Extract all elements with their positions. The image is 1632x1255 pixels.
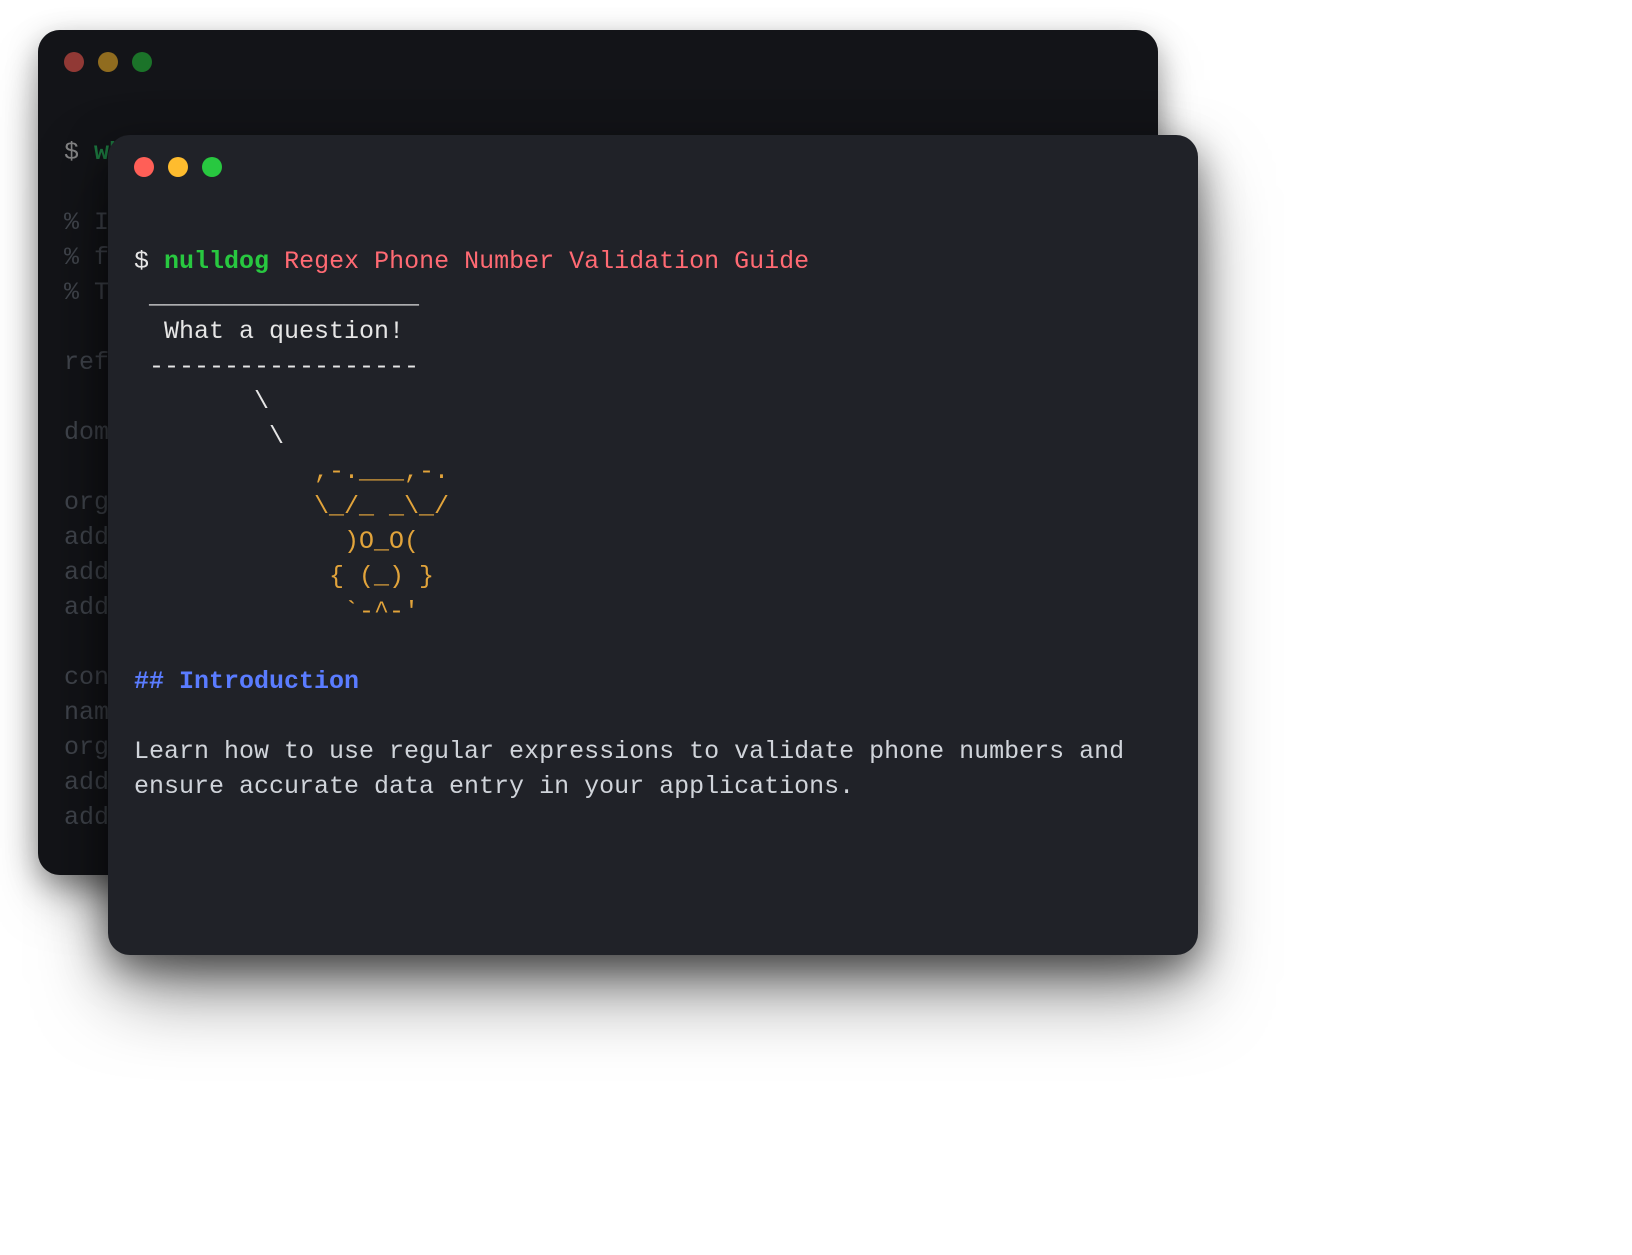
dog-icon: { (_) } bbox=[134, 562, 434, 591]
zoom-icon[interactable] bbox=[202, 157, 222, 177]
speech-tail: \ bbox=[134, 387, 269, 416]
prompt-symbol: $ bbox=[134, 247, 149, 276]
minimize-icon[interactable] bbox=[98, 52, 118, 72]
dog-icon: )O_O( bbox=[134, 527, 419, 556]
command-name: nulldog bbox=[164, 247, 269, 276]
dog-icon: \_/_ _\_/ bbox=[134, 492, 449, 521]
zoom-icon[interactable] bbox=[132, 52, 152, 72]
terminal-front-content: $ nulldog Regex Phone Number Validation … bbox=[134, 209, 1172, 839]
speech-tail: \ bbox=[134, 422, 284, 451]
page-title: Regex Phone Number Validation Guide bbox=[284, 247, 809, 276]
terminal-window-front: $ nulldog Regex Phone Number Validation … bbox=[108, 135, 1198, 955]
close-icon[interactable] bbox=[64, 52, 84, 72]
dog-icon: ,-.___,-. bbox=[134, 457, 449, 486]
dog-icon: `-^-' bbox=[134, 597, 419, 626]
minimize-icon[interactable] bbox=[168, 157, 188, 177]
close-icon[interactable] bbox=[134, 157, 154, 177]
traffic-lights bbox=[134, 157, 222, 177]
traffic-lights bbox=[64, 52, 152, 72]
section-heading: ## Introduction bbox=[134, 667, 359, 696]
prompt-symbol: $ bbox=[64, 138, 79, 167]
speech-bubble-top: __________________ bbox=[134, 282, 419, 311]
speech-bubble-bottom: ------------------ bbox=[134, 352, 419, 381]
section-body: Learn how to use regular expressions to … bbox=[134, 737, 1139, 801]
speech-bubble-text: What a question! bbox=[134, 317, 404, 346]
